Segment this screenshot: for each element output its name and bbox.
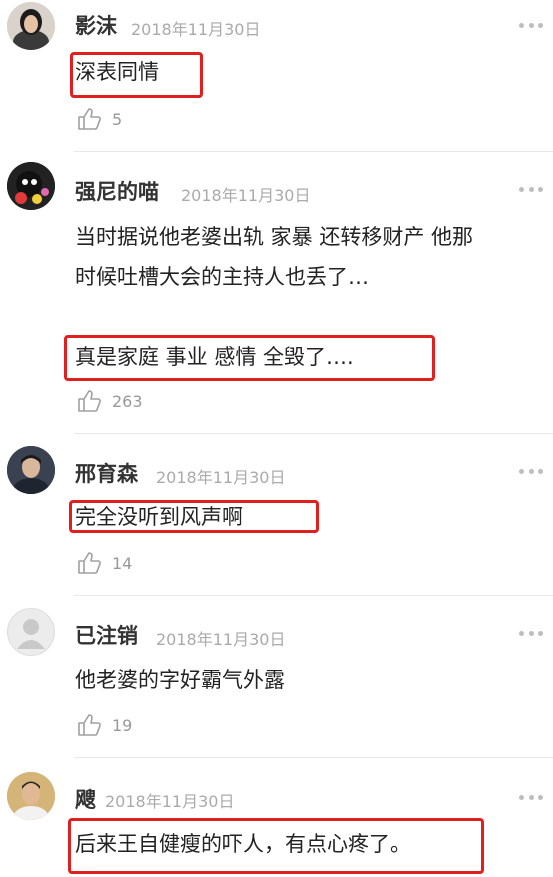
highlight-box (70, 52, 203, 98)
like-button[interactable]: 5 (76, 106, 122, 132)
highlight-box (69, 500, 319, 533)
more-options-icon[interactable] (519, 794, 543, 800)
comment-date: 2018年11月30日 (181, 186, 311, 205)
character-with-flowers-avatar-icon (7, 162, 55, 210)
more-options-icon[interactable] (519, 468, 543, 474)
comment-item: 邢育森 2018年11月30日 完全没听到风声啊 14 (0, 434, 553, 594)
comment-text: 他老婆的字好霸气外露 (75, 668, 285, 692)
comment-item: 影沫 2018年11月30日 深表同情 5 (0, 0, 553, 150)
comment-item: 已注销 2018年11月30日 他老婆的字好霸气外露 19 (0, 596, 553, 756)
like-count: 14 (112, 553, 133, 573)
more-options-icon[interactable] (519, 630, 543, 636)
thumbs-up-icon (78, 552, 101, 574)
avatar[interactable] (7, 2, 55, 50)
more-options-icon[interactable] (519, 22, 543, 28)
username[interactable]: 邢育森 (75, 458, 138, 488)
avatar[interactable] (7, 162, 55, 210)
comment-date: 2018年11月30日 (131, 20, 261, 39)
comment-date: 2018年11月30日 (156, 630, 286, 649)
highlight-box (68, 818, 484, 874)
avatar[interactable] (7, 772, 55, 820)
woman-photo-avatar-icon (7, 2, 55, 50)
default-user-avatar-icon (8, 609, 54, 655)
username[interactable]: 已注销 (75, 620, 138, 650)
like-button[interactable]: 19 (76, 712, 132, 738)
highlight-box (64, 335, 435, 381)
like-count: 5 (112, 109, 123, 129)
thumbs-up-icon (78, 714, 101, 736)
avatar[interactable] (7, 608, 55, 656)
like-button[interactable]: 263 (76, 388, 143, 414)
comment-date: 2018年11月30日 (105, 792, 235, 811)
comment-item: 强尼的喵 2018年11月30日 当时据说他老婆出轨 家暴 还转移财产 他那 时… (0, 152, 553, 432)
comment-item: 飕 2018年11月30日 后来王自健瘦的吓人，有点心疼了。 (0, 758, 553, 877)
man-selfie-avatar-icon (7, 772, 55, 820)
comment-date: 2018年11月30日 (156, 468, 286, 487)
more-options-icon[interactable] (519, 186, 543, 192)
like-count: 19 (112, 715, 133, 735)
thumbs-up-icon (78, 108, 101, 130)
comment-text: 时候吐槽大会的主持人也丢了… (75, 265, 369, 289)
comment-text: 当时据说他老婆出轨 家暴 还转移财产 他那 (75, 225, 474, 249)
username[interactable]: 强尼的喵 (75, 176, 159, 206)
thumbs-up-icon (78, 390, 101, 412)
like-button[interactable]: 14 (76, 550, 132, 576)
username[interactable]: 飕 (75, 784, 96, 814)
man-photo-avatar-icon (7, 446, 55, 494)
username[interactable]: 影沫 (75, 10, 117, 40)
like-count: 263 (112, 391, 143, 411)
avatar[interactable] (7, 446, 55, 494)
